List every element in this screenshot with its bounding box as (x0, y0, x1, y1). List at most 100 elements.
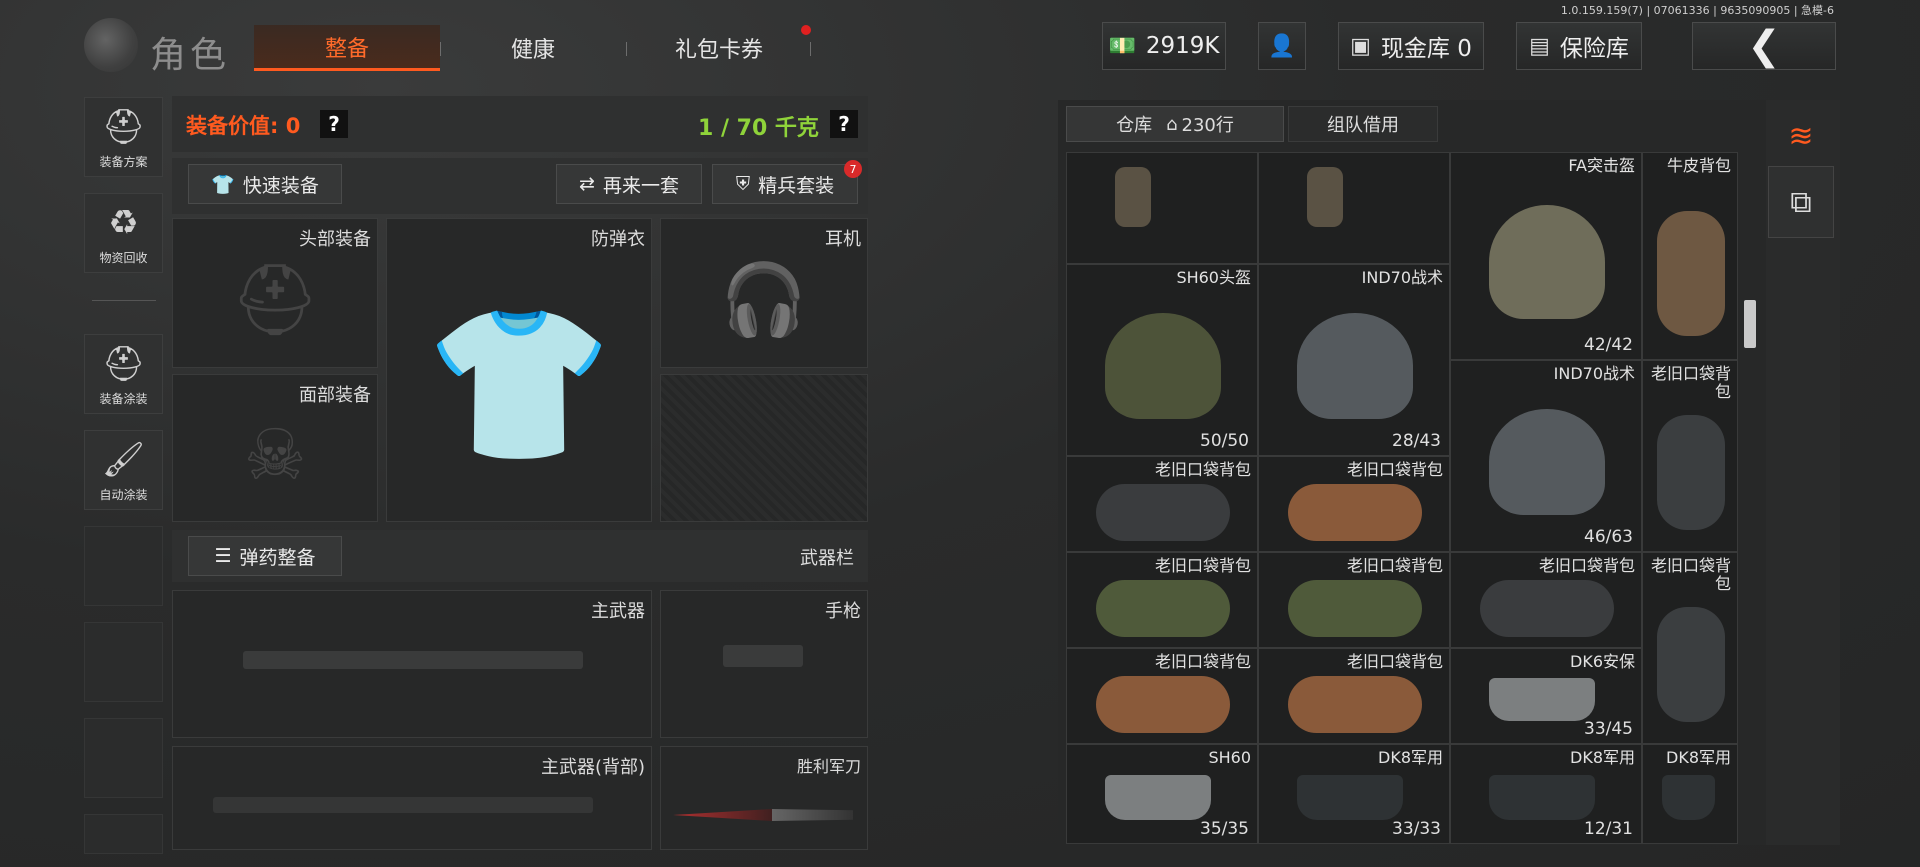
currency-display[interactable]: 💵 2919K (1102, 22, 1226, 70)
inventory-item[interactable]: FA突击盔 42/42 (1450, 152, 1642, 360)
inventory-scrollbar[interactable] (1744, 300, 1756, 348)
item-name: SH60 (1208, 748, 1251, 767)
inventory-item[interactable]: DK8军用 (1642, 744, 1738, 844)
visor-icon (1105, 775, 1211, 820)
notification-dot (801, 25, 811, 35)
item-durability: 33/45 (1584, 719, 1633, 739)
inventory-item[interactable]: 老旧口袋背包 (1258, 456, 1450, 552)
weight-display: 1 / 70 千克 (698, 116, 819, 141)
head-slot[interactable]: 头部装备 ⛑ (172, 218, 378, 368)
sidebar-label: 物资回收 (99, 251, 148, 265)
inventory-item[interactable] (1066, 152, 1258, 264)
rifle-silhouette-icon (243, 651, 583, 669)
item-name: IND70战术 (1553, 364, 1635, 383)
paint-helmet-icon: ⛑ (101, 344, 146, 384)
item-name: 牛皮背包 (1666, 156, 1731, 175)
empty-slot (84, 718, 163, 798)
pistol-silhouette-icon (723, 645, 803, 667)
safe-label: 保险库 (1559, 36, 1629, 62)
pistol-slot[interactable]: 手枪 (660, 590, 868, 738)
visor-dark-icon (1662, 775, 1715, 820)
again-button[interactable]: ⇄ 再来一套 (556, 164, 702, 204)
tab-gift[interactable]: 礼包卡券 (626, 25, 812, 71)
inventory-item[interactable]: 老旧口袋背包 (1258, 648, 1450, 744)
sort-layers-icon[interactable]: ≋ (1768, 100, 1834, 172)
version-text: 1.0.159.159(7) | 07061336 | 9635090905 |… (1560, 4, 1834, 17)
agent-button[interactable]: 👤 (1258, 22, 1306, 70)
inventory-item[interactable]: DK8军用 33/33 (1258, 744, 1450, 844)
bag-brown-icon (1287, 675, 1423, 734)
inventory-item[interactable] (1258, 152, 1450, 264)
shield-icon: ⛨ (735, 173, 751, 195)
inventory-item[interactable]: 老旧口袋背包 (1642, 552, 1738, 744)
primary-weapon-slot[interactable]: 主武器 (172, 590, 652, 738)
inventory-item[interactable]: 老旧口袋背包 (1066, 648, 1258, 744)
empty-slot (84, 526, 163, 606)
equipment-plan-button[interactable]: ⛑ 装备方案 (84, 97, 163, 177)
auto-paint-button[interactable]: 🖌 自动涂装 (84, 430, 163, 510)
slot-label: 主武器(背部) (540, 757, 645, 778)
inventory-item[interactable]: IND70战术 28/43 (1258, 264, 1450, 456)
inventory-item[interactable]: SH60 35/35 (1066, 744, 1258, 844)
weapon-bar-label: 武器栏 (800, 548, 854, 569)
top-bar: 1.0.159.159(7) | 07061336 | 9635090905 |… (0, 0, 1920, 82)
knife-slot[interactable]: 胜利军刀 (660, 746, 868, 850)
ammo-button[interactable]: ☰ 弹药整备 (188, 536, 342, 576)
bag-tall-icon (1657, 606, 1725, 722)
money-icon: 💵 (1108, 33, 1136, 59)
cash-vault-button[interactable]: ▣ 现金库 0 (1338, 22, 1484, 70)
safe-button[interactable]: ▤ 保险库 (1516, 22, 1642, 70)
value-help-icon[interactable]: ? (320, 110, 348, 138)
item-name: 老旧口袋背包 (1651, 364, 1732, 401)
layer-download-icon[interactable]: ⧉ (1768, 166, 1834, 238)
item-name: FA突击盔 (1568, 156, 1635, 175)
armor-slot[interactable]: 防弹衣 👕 (386, 218, 652, 522)
inventory-item[interactable]: 老旧口袋背包 (1258, 552, 1450, 648)
item-durability: 46/63 (1584, 527, 1633, 547)
headset-slot[interactable]: 耳机 🎧 (660, 218, 868, 368)
inventory-item[interactable]: DK8军用 12/31 (1450, 744, 1642, 844)
recycle-button[interactable]: ♻ 物资回收 (84, 193, 163, 273)
elite-kit-button[interactable]: ⛨ 精兵套装 (712, 164, 858, 204)
tab-equip[interactable]: 整备 (254, 25, 440, 71)
paint-equipment-button[interactable]: ⛑ 装备涂装 (84, 334, 163, 414)
bag-camo-icon (1095, 579, 1231, 638)
wallet-icon: ▣ (1350, 33, 1371, 59)
inventory-item[interactable]: SH60头盔 50/50 (1066, 264, 1258, 456)
helmet-visor-icon (1489, 409, 1605, 515)
slot-label: 头部装备 (299, 229, 371, 250)
item-durability: 50/50 (1200, 431, 1249, 451)
shirt-icon: 👕 (211, 173, 235, 196)
sidebar-label: 装备方案 (99, 155, 148, 169)
tab-divider (810, 42, 811, 56)
inventory-item[interactable]: IND70战术 46/63 (1450, 360, 1642, 552)
tab-health[interactable]: 健康 (440, 25, 626, 71)
again-label: 再来一套 (602, 174, 679, 197)
backpack-icon (1657, 211, 1725, 337)
visor-dark-icon (1489, 775, 1595, 820)
item-durability: 12/31 (1584, 819, 1633, 839)
bag-black-icon (1095, 483, 1231, 542)
item-name: 老旧口袋背包 (1154, 652, 1251, 671)
inventory-item[interactable]: DK6安保 33/45 (1450, 648, 1642, 744)
primary-back-slot[interactable]: 主武器(背部) (172, 746, 652, 850)
tab-team-borrow[interactable]: 组队借用 (1288, 106, 1438, 142)
bag-brown-icon (1287, 483, 1423, 542)
inventory-item[interactable]: 老旧口袋背包 (1642, 360, 1738, 552)
back-button[interactable]: ❮ (1692, 22, 1836, 70)
inventory-item[interactable]: 老旧口袋背包 (1066, 552, 1258, 648)
inventory-item[interactable]: 老旧口袋背包 (1066, 456, 1258, 552)
elite-badge: 7 (844, 160, 862, 178)
item-name: DK8军用 (1666, 748, 1731, 767)
tab-warehouse[interactable]: 仓库 ⌂ 230行 (1066, 106, 1284, 142)
face-slot[interactable]: 面部装备 ☠ (172, 374, 378, 522)
helmet-plan-icon: ⛑ (101, 107, 146, 147)
weight-help-icon[interactable]: ? (830, 110, 858, 138)
inventory-item[interactable]: 牛皮背包 (1642, 152, 1738, 360)
inventory-item[interactable]: 老旧口袋背包 (1450, 552, 1642, 648)
quick-equip-button[interactable]: 👕 快速装备 (188, 164, 342, 204)
item-durability: 42/42 (1584, 335, 1633, 355)
warehouse-rows: 230行 (1181, 115, 1234, 136)
slot-label: 耳机 (825, 229, 861, 250)
item-name: DK6安保 (1570, 652, 1635, 671)
